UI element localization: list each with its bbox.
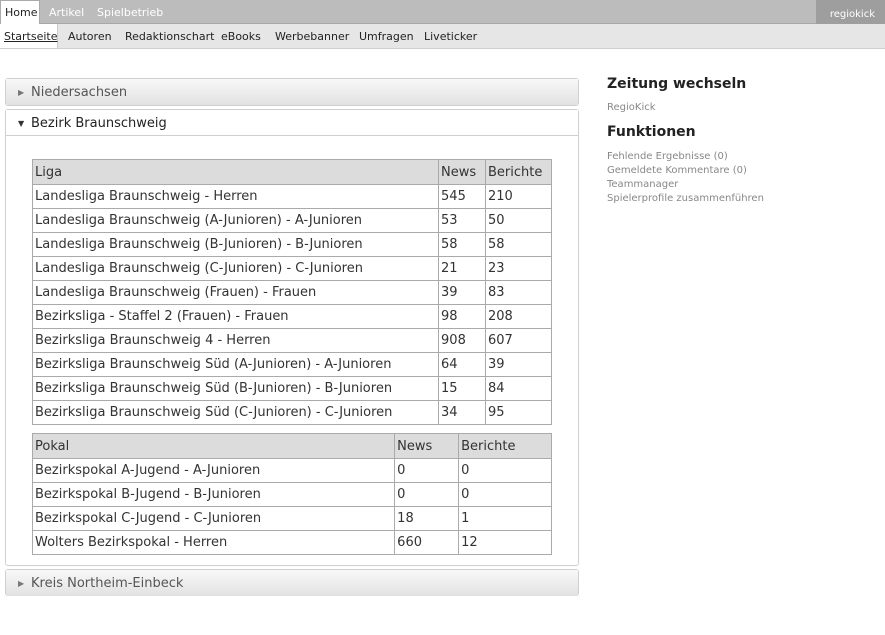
table-cell: 23 <box>485 256 552 281</box>
table-cell: 21 <box>438 256 486 281</box>
subnav-autoren[interactable]: Autoren <box>68 24 112 48</box>
table-cell: Landesliga Braunschweig (B-Junioren) - B… <box>31 232 440 257</box>
expand-arrow-icon: ▶ <box>18 88 25 97</box>
table-cell: 39 <box>485 352 552 377</box>
table-cell: Bezirksliga Braunschweig Süd (C-Junioren… <box>31 400 440 425</box>
column-header: News <box>438 159 486 185</box>
spielerprofile-link[interactable]: Spielerprofile zusammenführen <box>607 193 764 204</box>
tab-artikel[interactable]: Artikel <box>49 0 84 24</box>
regiokick-link[interactable]: RegioKick <box>607 102 656 113</box>
panel-bezirk-braunschweig: ▼ Bezirk Braunschweig Liga News Berichte… <box>5 109 579 566</box>
column-header: News <box>394 433 460 459</box>
table-row[interactable]: Bezirksliga Braunschweig 4 - Herren 908 60… <box>31 328 552 353</box>
table-cell: Wolters Bezirkspokal - Herren <box>31 530 396 555</box>
subnav-liveticker[interactable]: Liveticker <box>424 24 477 48</box>
table-cell: Bezirkspokal A-Jugend - A-Junioren <box>31 458 396 483</box>
table-cell: Bezirkspokal C-Jugend - C-Junioren <box>31 506 396 531</box>
table-row[interactable]: Bezirksliga Braunschweig Süd (A-Junioren… <box>31 352 552 377</box>
table-row[interactable]: Bezirksliga Braunschweig Süd (B-Junioren… <box>31 376 552 401</box>
table-cell: Bezirksliga Braunschweig Süd (A-Junioren… <box>31 352 440 377</box>
table-cell: 64 <box>438 352 486 377</box>
panel-niedersachsen: ▶ Niedersachsen <box>5 78 579 106</box>
table-cell: 908 <box>438 328 486 353</box>
panel-header-northeim[interactable]: ▶ Kreis Northeim-Einbeck <box>6 570 578 596</box>
panel-header-braunschweig[interactable]: ▼ Bezirk Braunschweig <box>6 110 578 136</box>
table-cell: Landesliga Braunschweig - Herren <box>31 184 440 209</box>
tab-home[interactable]: Home <box>0 0 40 24</box>
user-menu[interactable]: regiokick <box>815 0 885 24</box>
table-cell: 0 <box>458 482 552 507</box>
table-cell: 660 <box>394 530 460 555</box>
table-cell: 210 <box>485 184 552 209</box>
subnav-redaktionschart[interactable]: Redaktionschart <box>125 24 214 48</box>
column-header: Liga <box>31 159 440 185</box>
table-row[interactable]: Bezirkspokal B-Jugend - B-Junioren 0 0 <box>31 482 552 507</box>
collapse-arrow-icon: ▼ <box>18 119 25 128</box>
table-cell: 83 <box>485 280 552 305</box>
table-row[interactable]: Landesliga Braunschweig (Frauen) - Fraue… <box>31 280 552 305</box>
liga-table: Liga News Berichte Landesliga Braunschwe… <box>31 159 552 425</box>
table-cell: Bezirksliga Braunschweig 4 - Herren <box>31 328 440 353</box>
table-row[interactable]: Landesliga Braunschweig (C-Junioren) - C… <box>31 256 552 281</box>
table-row[interactable]: Bezirkspokal C-Jugend - C-Junioren 18 1 <box>31 506 552 531</box>
table-cell: 18 <box>394 506 460 531</box>
table-row[interactable]: Landesliga Braunschweig (B-Junioren) - B… <box>31 232 552 257</box>
table-header-row: Liga News Berichte <box>31 159 552 185</box>
funktionen-heading: Funktionen <box>607 124 696 140</box>
panel-title: Kreis Northeim-Einbeck <box>31 576 184 591</box>
table-cell: Bezirksliga - Staffel 2 (Frauen) - Fraue… <box>31 304 440 329</box>
table-cell: 39 <box>438 280 486 305</box>
fehlende-ergebnisse-link[interactable]: Fehlende Ergebnisse (0) <box>607 151 728 162</box>
table-header-row: Pokal News Berichte <box>31 433 552 459</box>
subnav-umfragen[interactable]: Umfragen <box>359 24 414 48</box>
panel-title: Niedersachsen <box>31 85 128 100</box>
table-cell: 58 <box>438 232 486 257</box>
zeitung-wechseln-heading: Zeitung wechseln <box>607 76 747 92</box>
table-cell: 545 <box>438 184 486 209</box>
table-cell: 208 <box>485 304 552 329</box>
table-row[interactable]: Bezirksliga - Staffel 2 (Frauen) - Fraue… <box>31 304 552 329</box>
table-cell: Landesliga Braunschweig (Frauen) - Fraue… <box>31 280 440 305</box>
gemeldete-kommentare-link[interactable]: Gemeldete Kommentare (0) <box>607 165 747 176</box>
table-cell: 84 <box>485 376 552 401</box>
table-cell: 58 <box>485 232 552 257</box>
panel-kreis-northeim-einbeck: ▶ Kreis Northeim-Einbeck <box>5 569 579 596</box>
table-cell: 95 <box>485 400 552 425</box>
subnav-ebooks[interactable]: eBooks <box>221 24 261 48</box>
table-row[interactable]: Landesliga Braunschweig (A-Junioren) - A… <box>31 208 552 233</box>
expand-arrow-icon: ▶ <box>18 579 25 588</box>
table-row[interactable]: Bezirksliga Braunschweig Süd (C-Junioren… <box>31 400 552 425</box>
column-header: Berichte <box>458 433 552 459</box>
teammanager-link[interactable]: Teammanager <box>607 179 678 190</box>
tab-spielbetrieb[interactable]: Spielbetrieb <box>97 0 163 24</box>
table-cell: 0 <box>394 482 460 507</box>
table-cell: 15 <box>438 376 486 401</box>
table-row[interactable]: Wolters Bezirkspokal - Herren 660 12 <box>31 530 552 555</box>
table-cell: Bezirksliga Braunschweig Süd (B-Junioren… <box>31 376 440 401</box>
table-cell: Landesliga Braunschweig (A-Junioren) - A… <box>31 208 440 233</box>
panel-title: Bezirk Braunschweig <box>31 116 167 131</box>
table-cell: 98 <box>438 304 486 329</box>
column-header: Berichte <box>485 159 552 185</box>
table-cell: 0 <box>394 458 460 483</box>
table-cell: 34 <box>438 400 486 425</box>
top-navigation: Home Artikel Spielbetrieb regiokick <box>0 0 885 24</box>
table-cell: 50 <box>485 208 552 233</box>
table-row[interactable]: Bezirkspokal A-Jugend - A-Junioren 0 0 <box>31 458 552 483</box>
subnav-startseite[interactable]: Startseite <box>0 24 58 48</box>
column-header: Pokal <box>31 433 396 459</box>
table-cell: Bezirkspokal B-Jugend - B-Junioren <box>31 482 396 507</box>
table-cell: Landesliga Braunschweig (C-Junioren) - C… <box>31 256 440 281</box>
table-cell: 607 <box>485 328 552 353</box>
sub-navigation: Startseite Autoren Redaktionschart eBook… <box>0 24 885 49</box>
table-row[interactable]: Landesliga Braunschweig - Herren 545 210 <box>31 184 552 209</box>
pokal-table: Pokal News Berichte Bezirkspokal A-Jugen… <box>31 433 552 555</box>
table-cell: 1 <box>458 506 552 531</box>
table-cell: 53 <box>438 208 486 233</box>
subnav-werbebanner[interactable]: Werbebanner <box>275 24 349 48</box>
panel-header-niedersachsen[interactable]: ▶ Niedersachsen <box>6 79 578 105</box>
table-cell: 12 <box>458 530 552 555</box>
table-cell: 0 <box>458 458 552 483</box>
